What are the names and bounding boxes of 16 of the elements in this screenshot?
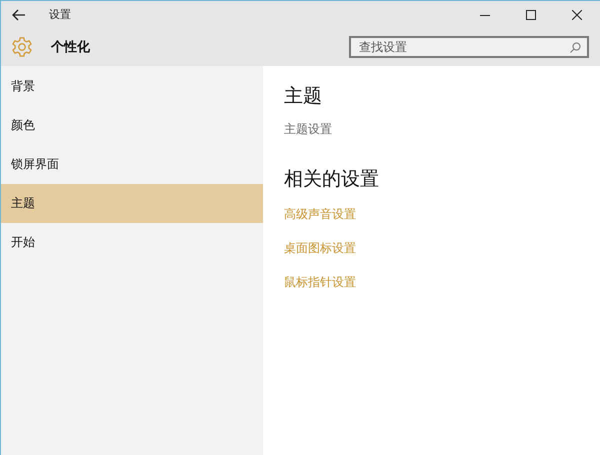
maximize-icon[interactable] bbox=[526, 10, 536, 20]
section-description: 主题设置 bbox=[284, 121, 332, 138]
search-icon[interactable] bbox=[570, 42, 581, 53]
page-title: 个性化 bbox=[51, 39, 90, 56]
sidebar-item[interactable]: 主题 bbox=[1, 184, 263, 223]
sidebar-item[interactable]: 开始 bbox=[1, 223, 263, 262]
sidebar-item[interactable]: 锁屏界面 bbox=[1, 145, 263, 184]
settings-icon bbox=[11, 36, 33, 58]
sidebar-item[interactable]: 颜色 bbox=[1, 106, 263, 145]
window-title: 设置 bbox=[49, 7, 71, 22]
sidebar-item[interactable]: 背景 bbox=[1, 67, 263, 106]
close-icon[interactable] bbox=[572, 10, 582, 20]
search-field[interactable]: 查找设置 bbox=[349, 36, 589, 58]
section-heading: 主题 bbox=[284, 84, 322, 109]
back-icon[interactable] bbox=[11, 6, 27, 22]
section-heading: 相关的设置 bbox=[284, 167, 379, 192]
